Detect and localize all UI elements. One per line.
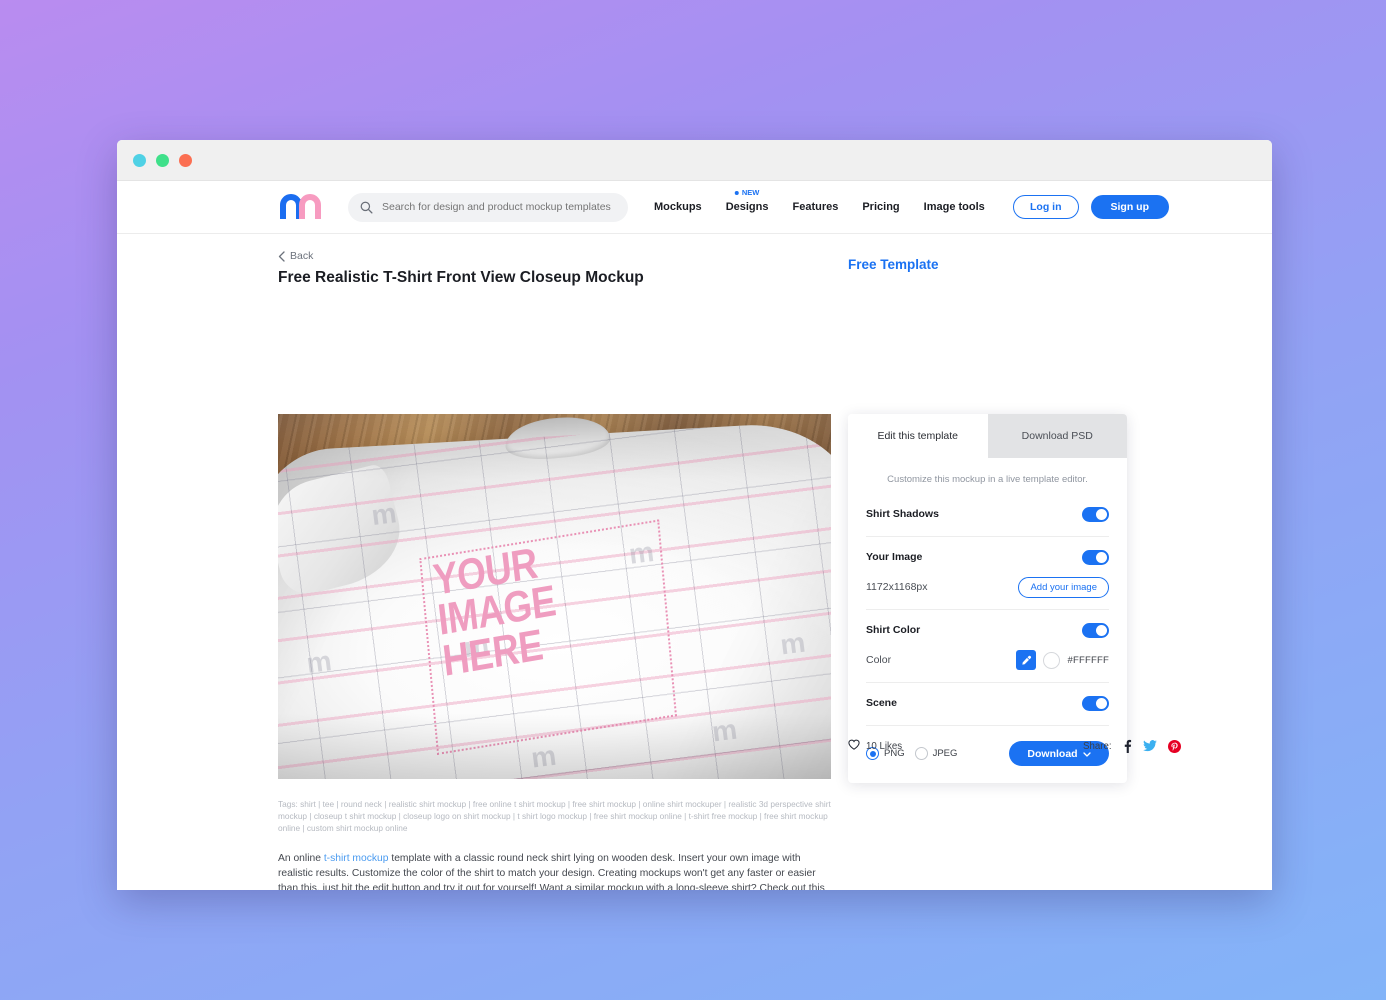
page-title: Free Realistic T-Shirt Front View Closeu…	[278, 269, 644, 286]
template-editor-panel: Edit this template Download PSD Customiz…	[848, 414, 1127, 783]
back-link[interactable]: Back	[278, 250, 313, 262]
description-text: An online t-shirt mockup template with a…	[278, 852, 835, 890]
nav-links: Mockups NEW Designs Features Pricing Ima…	[654, 188, 1009, 213]
toggle-knob	[1096, 508, 1107, 520]
download-button-label: Download	[1027, 747, 1078, 760]
badge-dot-icon	[734, 190, 739, 195]
window-minimize-dot[interactable]	[156, 153, 169, 167]
nav-item-mockups[interactable]: Mockups	[654, 201, 702, 213]
panel-divider	[866, 609, 1109, 610]
top-navigation: Mockups NEW Designs Features Pricing Ima…	[117, 181, 1272, 234]
shirt-shadows-label: Shirt Shadows	[866, 508, 939, 520]
facebook-icon[interactable]	[1123, 739, 1132, 753]
login-button[interactable]: Log in	[1012, 195, 1079, 219]
shirt-shadows-toggle[interactable]	[1082, 506, 1109, 522]
window-close-dot[interactable]	[133, 153, 146, 167]
browser-window: Mockups NEW Designs Features Pricing Ima…	[117, 140, 1272, 890]
row-scene: Scene	[848, 688, 1127, 718]
window-titlebar	[117, 140, 1272, 181]
new-badge-label: NEW	[741, 188, 760, 197]
panel-divider	[866, 536, 1109, 537]
row-shirt-shadows: Shirt Shadows	[848, 499, 1127, 529]
search-input[interactable]	[382, 201, 616, 213]
likes-label: 10 Likes	[866, 740, 903, 752]
brand-logo-icon[interactable]	[280, 194, 326, 220]
scene-label: Scene	[866, 697, 897, 709]
free-template-label: Free Template	[848, 257, 939, 272]
nav-item-features[interactable]: Features	[792, 201, 838, 213]
panel-divider	[866, 725, 1109, 726]
nav-item-pricing[interactable]: Pricing	[862, 201, 899, 213]
toggle-knob	[1096, 624, 1107, 636]
panel-subtitle: Customize this mockup in a live template…	[887, 474, 1088, 485]
panel-tabs: Edit this template Download PSD	[848, 414, 1127, 458]
toggle-knob	[1096, 697, 1107, 709]
eyedropper-icon[interactable]	[1016, 650, 1037, 670]
row-image-size: 1172x1168px Add your image	[848, 572, 1127, 602]
mockup-preview-image[interactable]: m m m m m m m YOUR IMAGE HERE	[278, 414, 831, 779]
image-vignette	[278, 414, 831, 779]
toggle-knob	[1096, 551, 1107, 563]
image-size-value: 1172x1168px	[866, 581, 928, 593]
window-maximize-dot[interactable]	[179, 153, 192, 167]
desc-part-1: An online	[278, 853, 324, 864]
row-shirt-color: Shirt Color	[848, 615, 1127, 645]
radio-jpeg[interactable]: JPEG	[914, 747, 958, 760]
back-label: Back	[290, 250, 314, 262]
search-box[interactable]	[348, 192, 628, 222]
chevron-left-icon	[278, 250, 285, 262]
shirt-color-label: Shirt Color	[866, 624, 921, 636]
radio-jpeg-label: JPEG	[932, 748, 958, 759]
share-label: Share:	[1083, 740, 1112, 752]
your-image-toggle[interactable]	[1082, 549, 1109, 565]
twitter-icon[interactable]	[1142, 740, 1157, 752]
tags-text: Tags: shirt | tee | round neck | realist…	[278, 799, 831, 833]
shirt-color-toggle[interactable]	[1082, 622, 1109, 638]
new-badge: NEW	[734, 188, 760, 197]
tab-download-psd[interactable]: Download PSD	[987, 414, 1127, 458]
add-your-image-button[interactable]: Add your image	[1018, 576, 1109, 598]
nav-item-designs[interactable]: NEW Designs	[725, 188, 769, 213]
likes-counter[interactable]: 10 Likes	[848, 739, 902, 753]
link-tshirt-mockup[interactable]: t-shirt mockup	[324, 853, 389, 864]
your-image-label: Your Image	[866, 551, 923, 563]
search-icon	[360, 201, 373, 214]
heart-icon	[848, 739, 860, 753]
tab-edit-this-template[interactable]: Edit this template	[848, 414, 988, 458]
page-content: Back Free Realistic T-Shirt Front View C…	[117, 234, 1272, 890]
row-color-picker: Color #FFFFFF	[848, 645, 1127, 675]
nav-item-designs-label: Designs	[725, 201, 769, 213]
share-row: Share:	[1083, 739, 1181, 753]
color-hex-value: #FFFFFF	[1067, 654, 1109, 666]
radio-jpeg-control[interactable]	[914, 747, 928, 760]
color-swatch[interactable]	[1043, 651, 1061, 669]
panel-divider	[866, 682, 1109, 683]
signup-button[interactable]: Sign up	[1090, 195, 1169, 219]
row-your-image: Your Image	[848, 542, 1127, 572]
scene-toggle[interactable]	[1082, 695, 1109, 711]
color-label: Color	[866, 654, 892, 666]
pinterest-icon[interactable]	[1167, 739, 1181, 753]
nav-item-image-tools[interactable]: Image tools	[924, 201, 985, 213]
color-controls: #FFFFFF	[1016, 650, 1109, 670]
